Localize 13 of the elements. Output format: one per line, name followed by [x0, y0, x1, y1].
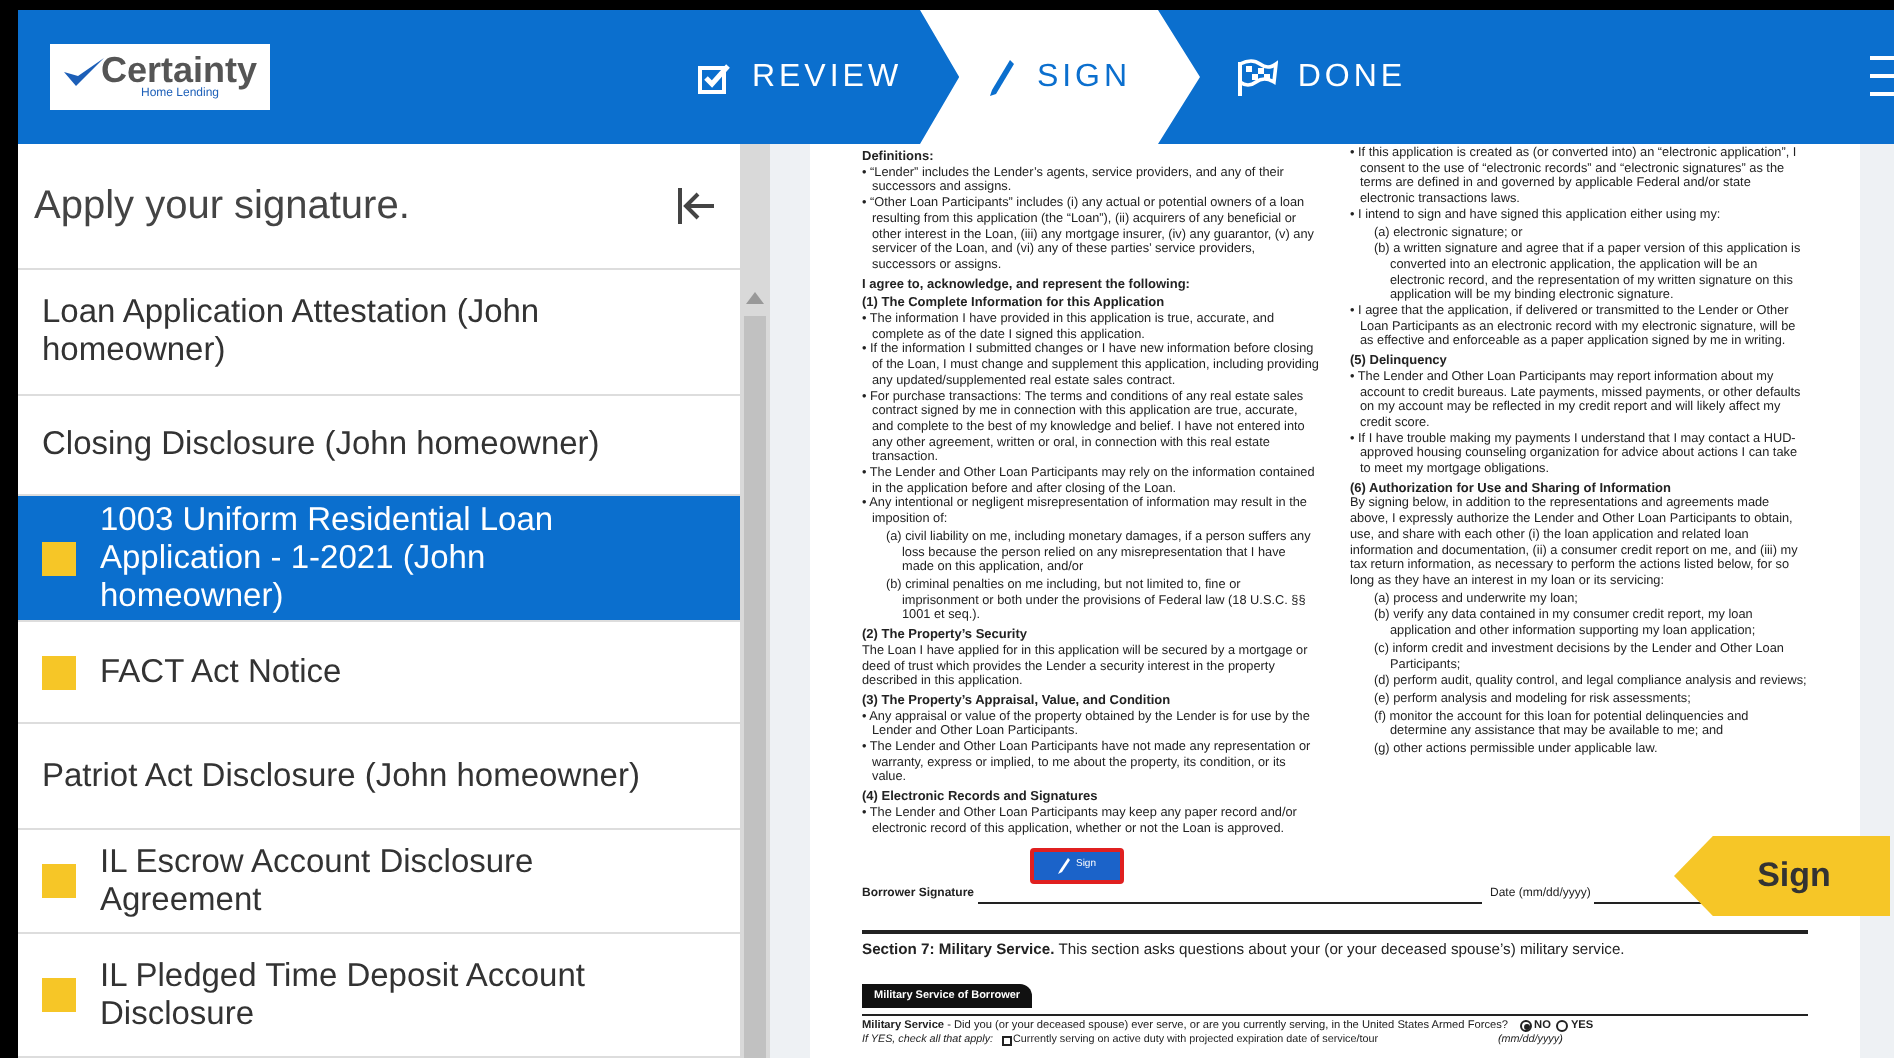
menu-icon[interactable]: [1870, 56, 1894, 96]
pen-icon: [1057, 858, 1070, 875]
scroll-thumb[interactable]: [744, 316, 766, 1058]
checkbox-icon: [697, 61, 732, 93]
step-tab[interactable]: SIGN: [920, 10, 1200, 144]
pen-icon: [988, 57, 1017, 97]
document-list-item[interactable]: 1003 Uniform Residential Loan Application - 1-2021 (John homeowner): [18, 496, 740, 622]
checkered-flag-icon: [1233, 57, 1278, 97]
collapse-icon[interactable]: [676, 186, 716, 226]
step-tab[interactable]: REVIEW: [680, 10, 920, 144]
step-tab[interactable]: DONE: [1200, 10, 1440, 144]
sign-flag[interactable]: Sign: [1674, 836, 1890, 916]
sidebar-title: Apply your signature.: [34, 182, 410, 232]
